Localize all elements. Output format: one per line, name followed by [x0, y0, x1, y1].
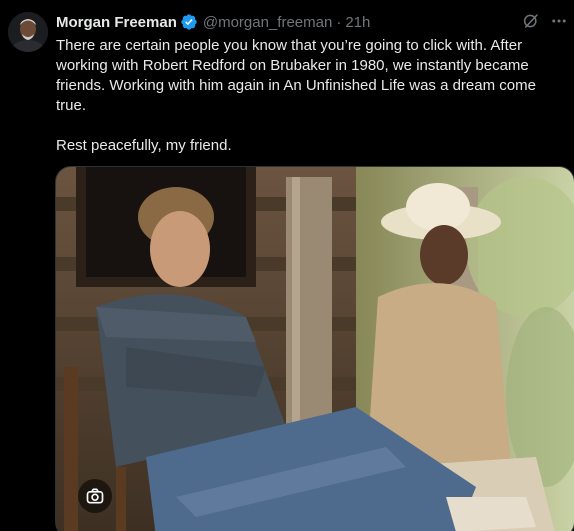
more-options-icon[interactable] — [550, 12, 568, 30]
separator-dot: · — [336, 13, 342, 31]
timestamp[interactable]: 21h — [345, 14, 370, 31]
tweet-paragraph: There are certain people you know that y… — [56, 37, 536, 114]
media-action-button[interactable] — [78, 479, 112, 513]
tweet-media[interactable] — [55, 166, 574, 531]
top-actions — [522, 12, 568, 30]
handle[interactable]: @morgan_freeman — [203, 14, 332, 31]
tweet-paragraph: Rest peacefully, my friend. — [56, 137, 232, 154]
display-name[interactable]: Morgan Freeman — [56, 14, 177, 31]
tweet: Morgan Freeman @morgan_freeman · 21h The… — [0, 0, 574, 531]
tweet-text: There are certain people you know that y… — [56, 36, 564, 156]
tweet-header: Morgan Freeman @morgan_freeman · 21h — [56, 12, 370, 32]
avatar-image — [8, 12, 48, 52]
camera-edit-icon — [86, 488, 104, 504]
media-photo — [56, 167, 574, 531]
avatar[interactable] — [8, 12, 48, 52]
verified-badge-icon — [181, 14, 197, 30]
grok-icon[interactable] — [522, 12, 540, 30]
